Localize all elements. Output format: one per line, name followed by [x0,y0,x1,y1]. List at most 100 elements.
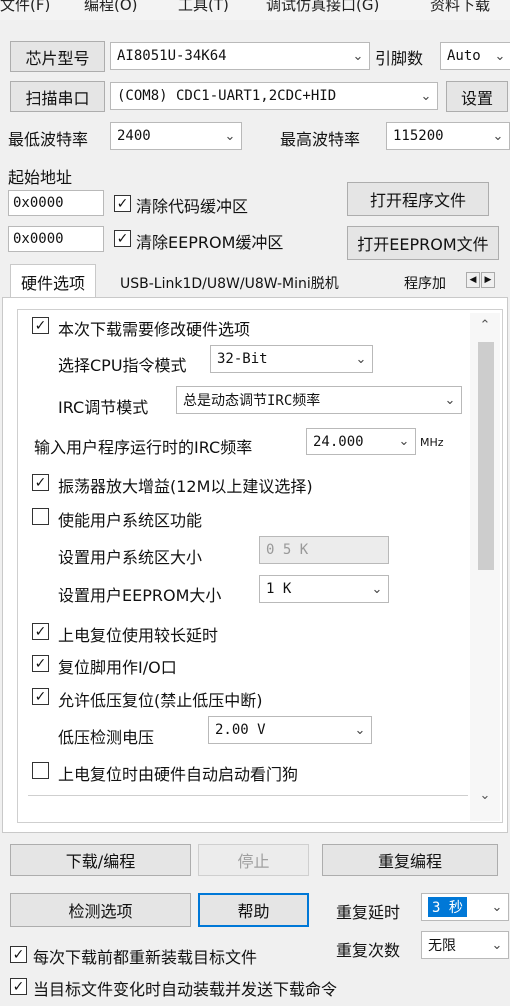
user-eeprom-size-select[interactable]: 1 K ⌄ [259,575,389,603]
repeat-count-value: 无限 [428,938,456,954]
menu-debug-interface[interactable]: 调试仿真接口(G) [266,0,379,15]
repeat-count-label: 重复次数 [336,941,401,960]
detect-options-button[interactable]: 检测选项 [10,893,191,927]
irc-freq-select[interactable]: 24.000 ⌄ [306,428,416,455]
menu-downloads[interactable]: 资料下载 [430,0,490,15]
pins-select[interactable]: Auto ⌄ [440,42,510,70]
chevron-down-icon: ⌄ [354,722,366,738]
repeat-delay-label: 重复延时 [336,903,401,922]
menu-bar: 文件(F) 编程(O) 工具(T) 调试仿真接口(G) 资料下载 [0,0,510,20]
chevron-down-icon: ⌄ [491,899,503,915]
long-reset-delay-checkbox[interactable]: ✓ [32,623,49,640]
option-tabs: 硬件选项 USB-Link1D/U8W/U8W-Mini脱机 程序加 ◀ ▶ [0,264,510,298]
stop-button: 停止 [198,844,309,876]
irc-mode-value: 总是动态调节IRC频率 [183,393,321,409]
max-baud-label: 最高波特率 [280,130,361,149]
auto-watchdog-checkbox[interactable] [32,762,49,779]
scroll-down-icon[interactable]: ⌄ [474,788,496,804]
max-baud-select[interactable]: 115200 ⌄ [386,122,510,150]
min-baud-select[interactable]: 2400 ⌄ [110,122,242,150]
cpu-mode-label: 选择CPU指令模式 [58,356,187,375]
menu-program[interactable]: 编程(O) [84,0,138,15]
chevron-down-icon: ⌄ [494,48,506,64]
chevron-down-icon: ⌄ [491,937,503,953]
lv-detect-select[interactable]: 2.00 V ⌄ [208,716,372,744]
clear-eeprom-checkbox[interactable]: ✓ [114,230,131,247]
osc-gain-label: 振荡器放大增益(12M以上建议选择) [58,477,313,496]
chip-model-value: AI8051U-34K64 [117,48,227,64]
user-sys-size-label: 设置用户系统区大小 [58,548,203,567]
scroll-up-icon[interactable]: ⌃ [474,318,496,334]
chevron-down-icon: ⌄ [420,88,432,104]
osc-gain-checkbox[interactable]: ✓ [32,474,49,491]
chevron-down-icon: ⌄ [444,392,456,408]
modify-options-label: 本次下载需要修改硬件选项 [58,320,251,339]
start-address-label: 起始地址 [8,168,73,187]
user-sys-area-checkbox[interactable] [32,508,49,525]
user-sys-area-label: 使能用户系统区功能 [58,511,203,530]
chevron-down-icon: ⌄ [224,128,236,144]
repeat-delay-select[interactable]: 3 秒 ⌄ [421,893,509,921]
pins-label: 引脚数 [375,49,424,68]
port-value: (COM8) CDC1-UART1,2CDC+HID [117,88,337,104]
clear-eeprom-label: 清除EEPROM缓冲区 [136,233,284,252]
chevron-down-icon: ⌄ [352,48,364,64]
scan-port-button[interactable]: 扫描串口 [10,81,105,112]
irc-freq-label: 输入用户程序运行时的IRC频率 [34,438,253,457]
reload-before-download-checkbox[interactable]: ✓ [10,946,27,963]
tab-scroll-left-icon[interactable]: ◀ [466,272,480,288]
cpu-mode-value: 32-Bit [217,351,268,367]
irc-freq-unit: MHz [420,436,444,449]
user-eeprom-size-value: 1 K [266,581,292,597]
lv-detect-label: 低压检测电压 [58,728,155,747]
repeat-count-select[interactable]: 无限 ⌄ [421,931,509,959]
tab-usb-link-offline[interactable]: USB-Link1D/U8W/U8W-Mini脱机 [116,268,343,298]
user-sys-size-value: 0 5 K [266,542,309,558]
irc-mode-label: IRC调节模式 [58,398,149,417]
code-address-input[interactable]: 0x0000 [8,190,104,216]
tab-scroll-right-icon[interactable]: ▶ [481,272,495,288]
chip-model-button[interactable]: 芯片型号 [10,41,105,72]
eeprom-address-input[interactable]: 0x0000 [8,226,104,252]
lv-detect-value: 2.00 V [215,722,266,738]
modify-options-checkbox[interactable]: ✓ [32,317,49,334]
repeat-program-button[interactable]: 重复编程 [322,844,498,876]
tab-hardware-options[interactable]: 硬件选项 [10,264,97,298]
reset-pin-io-checkbox[interactable]: ✓ [32,655,49,672]
open-program-button[interactable]: 打开程序文件 [347,182,489,216]
menu-tools[interactable]: 工具(T) [178,0,229,15]
reload-before-download-label: 每次下载前都重新装载目标文件 [33,948,258,967]
menu-file[interactable]: 文件(F) [0,0,50,15]
chevron-down-icon: ⌄ [355,351,367,367]
chevron-down-icon: ⌄ [492,128,504,144]
tab-program-encryption[interactable]: 程序加 [400,268,450,298]
open-eeprom-button[interactable]: 打开EEPROM文件 [347,226,499,260]
auto-watchdog-label: 上电复位时由硬件自动启动看门狗 [58,765,299,784]
download-program-button[interactable]: 下载/编程 [10,844,191,876]
repeat-delay-value: 3 秒 [428,897,467,917]
chip-model-select[interactable]: AI8051U-34K64 ⌄ [110,42,370,70]
pins-value: Auto [447,48,481,64]
auto-load-on-change-label: 当目标文件变化时自动装载并发送下载命令 [33,980,338,999]
port-select[interactable]: (COM8) CDC1-UART1,2CDC+HID ⌄ [110,82,438,110]
low-voltage-reset-checkbox[interactable]: ✓ [32,688,49,705]
user-eeprom-size-label: 设置用户EEPROM大小 [58,586,222,605]
irc-mode-select[interactable]: 总是动态调节IRC频率 ⌄ [176,386,462,414]
list-divider [28,795,468,796]
max-baud-value: 115200 [393,128,444,144]
cpu-mode-select[interactable]: 32-Bit ⌄ [210,345,373,373]
min-baud-label: 最低波特率 [8,130,89,149]
irc-freq-value: 24.000 [313,433,364,450]
chevron-down-icon: ⌄ [398,434,410,449]
min-baud-value: 2400 [117,128,151,144]
port-settings-button[interactable]: 设置 [446,81,508,112]
clear-code-label: 清除代码缓冲区 [136,197,249,216]
options-scrollbar-thumb[interactable] [478,342,494,570]
chevron-down-icon: ⌄ [371,581,383,597]
auto-load-on-change-checkbox[interactable]: ✓ [10,978,27,995]
help-button[interactable]: 帮助 [198,893,309,927]
clear-code-checkbox[interactable]: ✓ [114,195,131,212]
user-sys-size-select: 0 5 K [259,536,389,564]
reset-pin-io-label: 复位脚用作I/O口 [58,658,177,677]
long-reset-delay-label: 上电复位使用较长延时 [58,626,219,645]
